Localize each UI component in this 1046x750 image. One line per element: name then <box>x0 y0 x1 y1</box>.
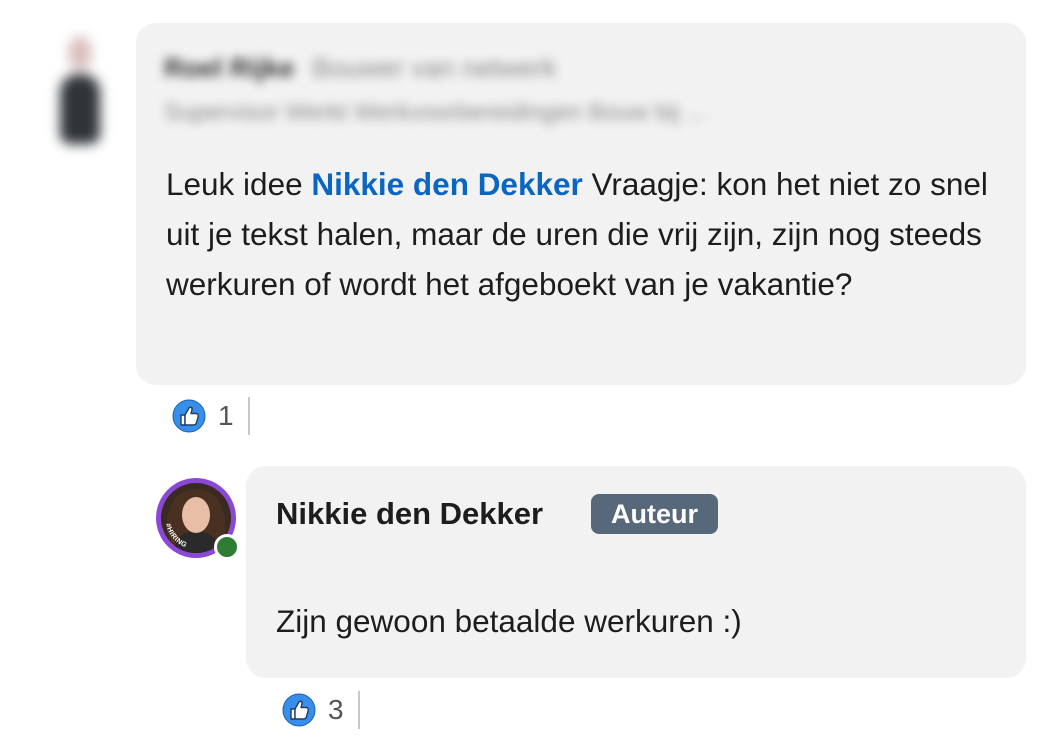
reply-bubble: Nikkie den Dekker Auteur Zijn gewoon bet… <box>246 466 1026 678</box>
reaction-divider <box>357 691 360 729</box>
online-status-indicator <box>214 534 240 560</box>
comment-text-before: Leuk idee <box>166 166 312 202</box>
reply-author-name[interactable]: Nikkie den Dekker <box>276 496 543 532</box>
reply-reactions[interactable]: 3 <box>282 690 360 730</box>
like-icon[interactable] <box>282 693 316 727</box>
comment-reactions[interactable]: 1 <box>172 396 250 436</box>
comment-author-avatar[interactable] <box>56 30 104 150</box>
like-icon[interactable] <box>172 399 206 433</box>
comment-bubble: Roel Rijke Bouwer van netwerk Supervisor… <box>136 23 1026 385</box>
svg-text:#HIRING: #HIRING <box>164 523 188 550</box>
comment-text: Leuk idee Nikkie den Dekker Vraagje: kon… <box>166 159 996 309</box>
comment-author-headline: Bouwer van netwerk <box>312 53 557 83</box>
mention-link[interactable]: Nikkie den Dekker <box>311 166 582 202</box>
reply-author-avatar[interactable]: #HIRING <box>156 478 240 560</box>
reply-text: Zijn gewoon betaalde werkuren :) <box>276 603 742 639</box>
comment-author-name[interactable]: Roel Rijke <box>164 53 295 83</box>
reaction-count[interactable]: 3 <box>328 694 344 726</box>
reaction-count[interactable]: 1 <box>218 400 234 432</box>
reaction-divider <box>247 397 250 435</box>
hiring-ring-text: #HIRING <box>164 523 188 550</box>
author-badge: Auteur <box>591 494 718 534</box>
comment-author-header[interactable]: Roel Rijke Bouwer van netwerk <box>164 53 557 84</box>
comment-author-subline: Supervisor Werkt Werkvoorbereidingen Bou… <box>164 99 707 126</box>
